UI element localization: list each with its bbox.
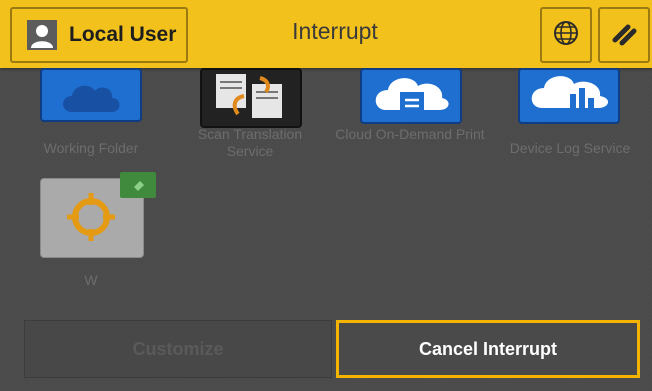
app-label-w: W — [84, 272, 98, 288]
app-label-scan-translation-service: Scan Translation Service — [197, 126, 303, 159]
header-bar: Local User Interrupt — [0, 0, 652, 68]
cancel-interrupt-button[interactable]: Cancel Interrupt — [336, 320, 640, 378]
device-log-icon — [518, 68, 620, 124]
language-button[interactable] — [540, 7, 592, 63]
cloud-icon — [40, 68, 142, 122]
customize-button[interactable]: Customize — [24, 320, 332, 378]
app-label-device-log-service: Device Log Service — [509, 140, 631, 156]
user-name-label: Local User — [69, 23, 177, 46]
scan-translation-icon — [200, 68, 302, 128]
brush-icon — [609, 18, 639, 52]
app-label-working-folder: Working Folder — [43, 140, 139, 156]
badge-icon — [120, 172, 156, 198]
page-title: Interrupt — [292, 18, 378, 44]
cloud-print-icon — [360, 68, 462, 124]
globe-icon — [552, 19, 580, 51]
user-icon — [27, 20, 57, 50]
brush-button[interactable] — [598, 7, 650, 63]
app-label-cloud-on-demand-print: Cloud On-Demand Print — [335, 126, 485, 142]
local-user-button[interactable]: Local User — [10, 7, 188, 63]
